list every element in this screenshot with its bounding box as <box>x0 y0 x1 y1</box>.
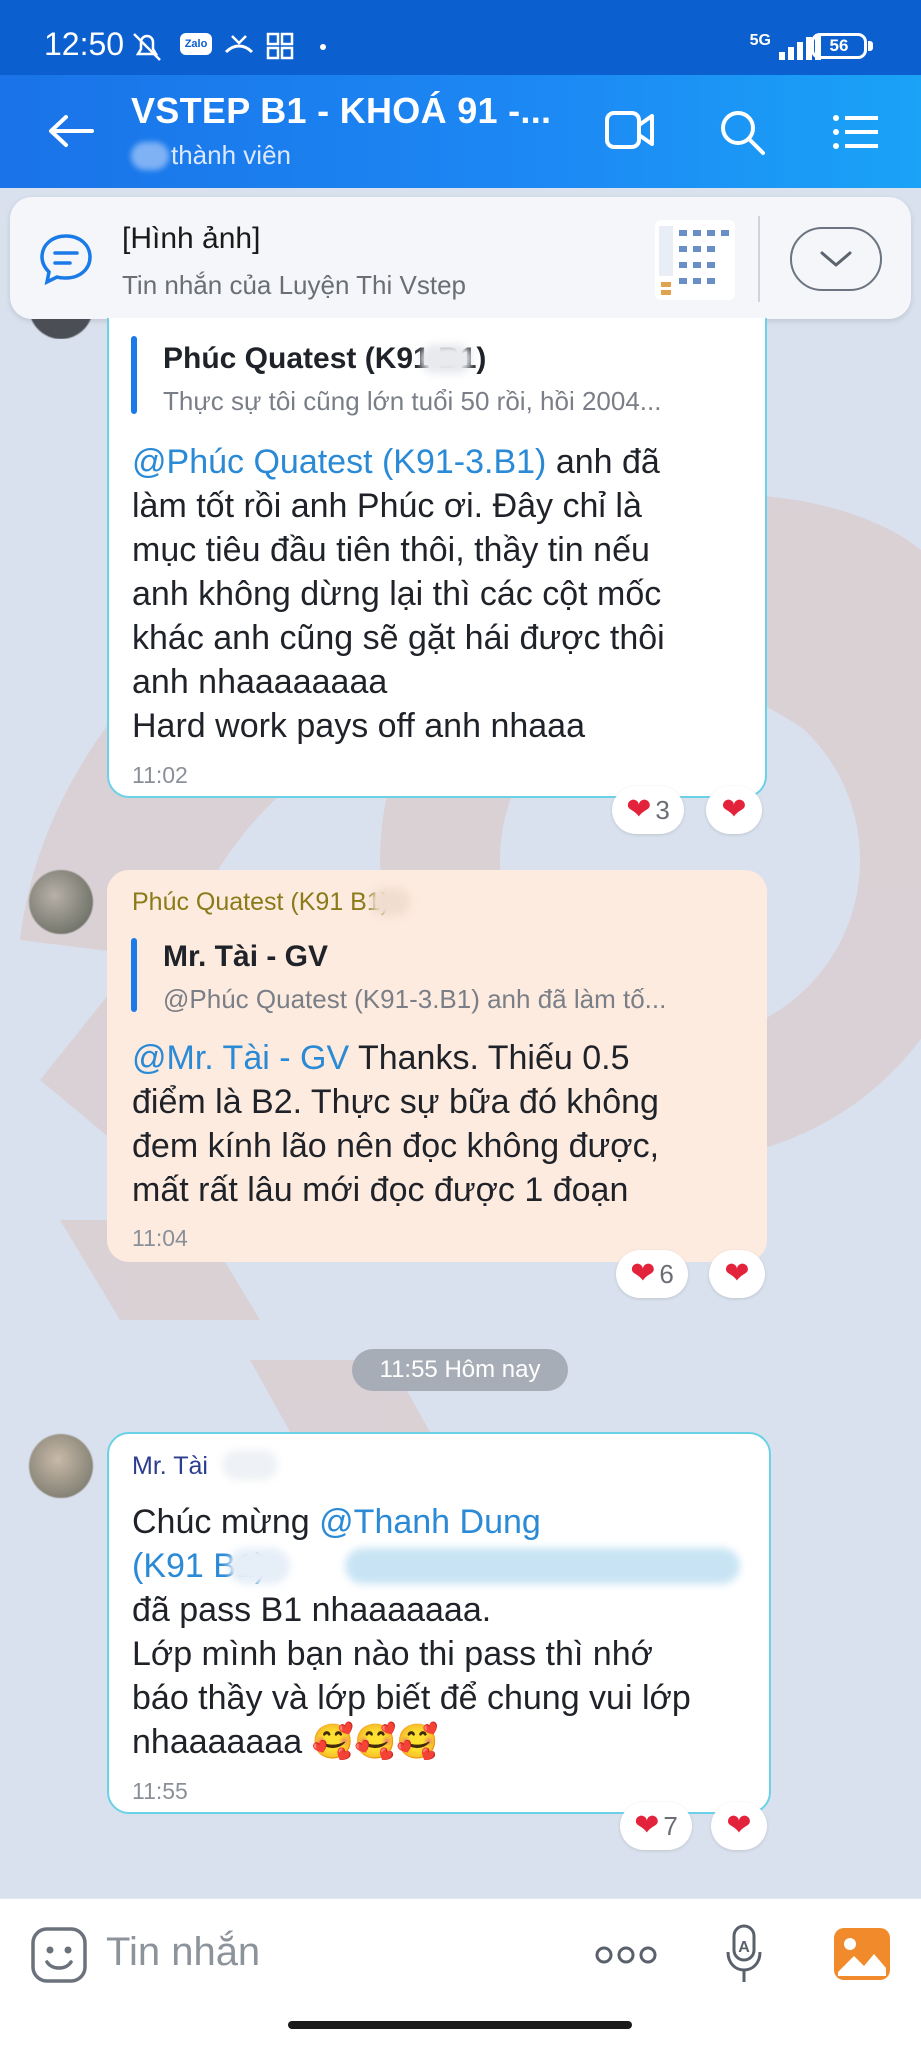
missed-call-icon <box>224 35 254 54</box>
apps-icon <box>266 32 294 60</box>
message-line: khác anh cũng sẽ gặt hái được thôi <box>132 619 665 657</box>
expand-pinned-button[interactable] <box>790 227 882 291</box>
sender-name[interactable]: Phúc Quatest (K91 B1) <box>132 888 389 917</box>
heart-icon: ❤ <box>726 1809 752 1842</box>
message-text: @Phúc Quatest (K91-3.B1) anh đã làm tốt … <box>132 440 752 748</box>
message-text: @Mr. Tài - GV Thanks. Thiếu 0.5 điểm là … <box>132 1036 752 1212</box>
redacted-text <box>228 1548 290 1584</box>
redacted-mention <box>345 1548 740 1584</box>
home-indicator <box>288 2021 632 2029</box>
quote-bar <box>131 336 137 414</box>
heart-icon: ❤ <box>721 793 747 826</box>
message-line: nhaaaaaaa <box>132 1723 303 1761</box>
message-text: Chúc mừng @Thanh Dung (K91 B1) đã pass B… <box>132 1500 762 1764</box>
mention-link[interactable]: @Thanh Dung <box>319 1503 541 1541</box>
battery-indicator: 56 <box>811 33 867 59</box>
quoted-text: Thực sự tôi cũng lớn tuổi 50 rồi, hồi 20… <box>163 386 662 416</box>
message-text-segment: Chúc mừng <box>132 1503 320 1541</box>
search-icon[interactable] <box>718 108 766 156</box>
react-button[interactable]: ❤ <box>711 1802 767 1850</box>
pinned-divider <box>758 216 760 302</box>
message-line: làm tốt rồi anh Phúc ơi. Đây chỉ là <box>132 487 642 525</box>
sender-avatar[interactable] <box>29 870 93 934</box>
message-text-segment: Thanks. Thiếu 0.5 <box>349 1039 630 1077</box>
pinned-image-thumbnail[interactable] <box>655 220 735 300</box>
video-call-icon[interactable] <box>604 108 656 152</box>
notification-dot <box>320 44 326 50</box>
message-line: đã pass B1 nhaaaaaaa. <box>132 1591 492 1629</box>
message-line: Lớp mình bạn nào thi pass thì nhớ <box>132 1635 653 1673</box>
message-time: 11:02 <box>132 762 188 788</box>
back-arrow-icon[interactable] <box>46 114 96 148</box>
message-line: anh nhaaaaaaaa <box>132 663 388 701</box>
sticker-icon[interactable] <box>30 1926 88 1984</box>
message-line: anh không dừng lại thì các cột mốc <box>132 575 662 613</box>
react-button[interactable]: ❤ <box>709 1250 765 1298</box>
message-time: 11:04 <box>132 1225 188 1251</box>
reaction-count: 7 <box>663 1810 678 1841</box>
mention-link[interactable]: @Mr. Tài - GV <box>132 1039 349 1077</box>
pinned-title: [Hình ảnh] <box>122 222 261 255</box>
heart-icon: ❤ <box>626 793 652 826</box>
message-time: 11:55 <box>132 1778 188 1804</box>
chevron-down-icon <box>820 251 852 267</box>
message-line: Hard work pays off anh nhaaa <box>132 707 585 745</box>
emoji-group: 🥰🥰🥰 <box>311 1723 439 1761</box>
sender-name[interactable]: Mr. Tài <box>132 1452 208 1481</box>
menu-list-icon[interactable] <box>832 114 880 150</box>
reaction-count: 3 <box>655 794 670 825</box>
chat-bubble-icon <box>40 234 92 286</box>
sender-avatar[interactable] <box>29 1434 93 1498</box>
voice-to-text-icon[interactable]: A <box>724 1924 764 1986</box>
mention-link[interactable]: @Phúc Quatest (K91-3.B1) <box>132 443 546 481</box>
date-separator: 11:55 Hôm nay <box>352 1349 568 1391</box>
svg-text:A: A <box>738 1939 750 1956</box>
heart-icon: ❤ <box>724 1257 750 1290</box>
quote-bar <box>131 938 137 1012</box>
quoted-text: @Phúc Quatest (K91-3.B1) anh đã làm tố..… <box>163 984 667 1014</box>
message-line: báo thầy và lớp biết để chung vui lớp <box>132 1679 691 1717</box>
battery-tip <box>868 41 873 51</box>
message-input[interactable]: Tin nhắn <box>106 1930 260 1975</box>
message-line: đem kính lão nên đọc không được, <box>132 1127 660 1165</box>
heart-icon: ❤ <box>634 1809 660 1842</box>
quoted-sender: Mr. Tài - GV <box>163 940 329 973</box>
zalo-icon: Zalo <box>180 33 212 55</box>
message-line: mục tiêu đầu tiên thôi, thầy tin nếu <box>132 531 650 569</box>
message-line: điểm là B2. Thực sự bữa đó không <box>132 1083 659 1121</box>
mute-bell-icon <box>133 33 161 61</box>
reaction-summary[interactable]: ❤ 6 <box>616 1250 688 1298</box>
network-type: 5G <box>749 32 771 49</box>
gallery-icon[interactable] <box>832 1926 892 1982</box>
more-options-icon[interactable] <box>594 1940 658 1970</box>
heart-icon: ❤ <box>630 1257 656 1290</box>
message-text-segment: anh đã <box>546 443 660 481</box>
chat-subtitle: thành viên <box>171 140 291 170</box>
reaction-count: 6 <box>659 1258 674 1289</box>
reaction-summary[interactable]: ❤ 7 <box>620 1802 692 1850</box>
pinned-subtitle: Tin nhắn của Luyện Thi Vstep <box>122 270 467 300</box>
chat-title[interactable]: VSTEP B1 - KHOÁ 91 -... <box>131 90 551 132</box>
redacted-text <box>370 888 410 916</box>
status-time: 12:50 <box>44 26 125 62</box>
redacted-text <box>420 344 472 374</box>
reaction-summary[interactable]: ❤ 3 <box>612 786 684 834</box>
react-button[interactable]: ❤ <box>706 786 762 834</box>
message-line: mất rất lâu mới đọc được 1 đoạn <box>132 1171 629 1209</box>
redacted-text <box>222 1450 278 1480</box>
